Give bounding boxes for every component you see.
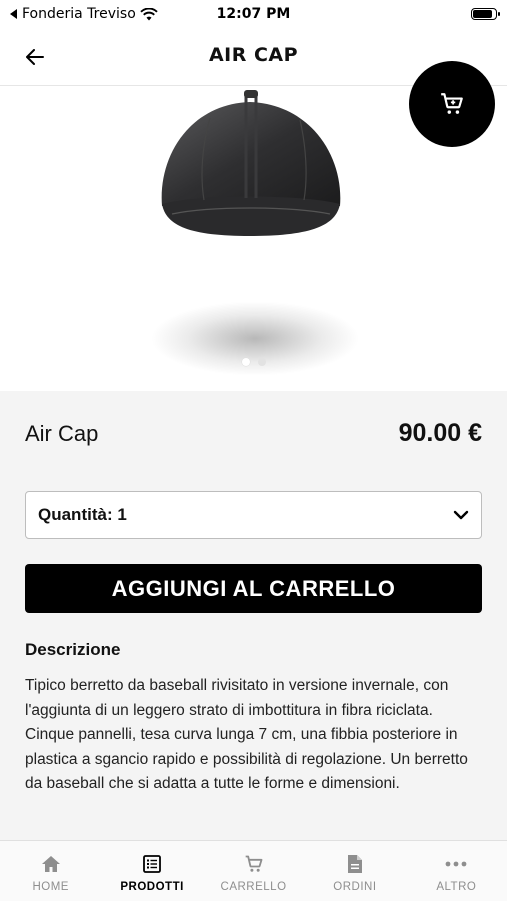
product-name: Air Cap bbox=[25, 421, 99, 446]
more-icon bbox=[445, 853, 467, 875]
document-icon bbox=[344, 853, 366, 875]
product-detail: Air Cap 90.00 € Quantità: 1 AGGIUNGI AL … bbox=[0, 391, 507, 840]
gallery-pager bbox=[0, 358, 507, 366]
tab-carrello[interactable]: CARRELLO bbox=[203, 841, 304, 901]
product-price: 90.00 € bbox=[398, 419, 482, 447]
quantity-select[interactable]: Quantità: 1 bbox=[25, 491, 482, 539]
chevron-down-icon bbox=[453, 510, 469, 520]
tab-bar: HOME PRODOTTI CARRELLO ORDINI ALTRO bbox=[0, 840, 507, 901]
product-image bbox=[161, 90, 341, 236]
page-title: AIR CAP bbox=[208, 44, 299, 66]
description-title: Descrizione bbox=[25, 640, 121, 659]
status-bar: Fonderia Treviso 12:07 PM bbox=[0, 0, 507, 30]
shopping-cart-icon bbox=[441, 93, 463, 114]
cart-icon bbox=[243, 853, 265, 875]
tab-ordini[interactable]: ORDINI bbox=[304, 841, 405, 901]
tab-label: CARRELLO bbox=[220, 881, 287, 893]
pager-dot-active[interactable] bbox=[241, 358, 250, 366]
tab-label: ALTRO bbox=[436, 881, 477, 893]
tab-label: HOME bbox=[32, 881, 69, 893]
tab-altro[interactable]: ALTRO bbox=[406, 841, 507, 901]
tab-label: PRODOTTI bbox=[120, 881, 184, 893]
clock: 12:07 PM bbox=[216, 6, 291, 22]
tab-label: ORDINI bbox=[333, 881, 377, 893]
cart-button[interactable] bbox=[409, 61, 495, 147]
battery-icon bbox=[471, 8, 500, 20]
pager-dot[interactable] bbox=[257, 358, 266, 366]
tab-home[interactable]: HOME bbox=[0, 841, 101, 901]
list-icon bbox=[141, 853, 163, 875]
home-icon bbox=[40, 853, 62, 875]
quantity-label: Quantità: 1 bbox=[38, 505, 127, 524]
description-text: Tipico berretto da baseball rivisitato i… bbox=[25, 677, 468, 792]
add-to-cart-button[interactable]: AGGIUNGI AL CARRELLO bbox=[25, 564, 482, 613]
tab-prodotti[interactable]: PRODOTTI bbox=[101, 841, 202, 901]
